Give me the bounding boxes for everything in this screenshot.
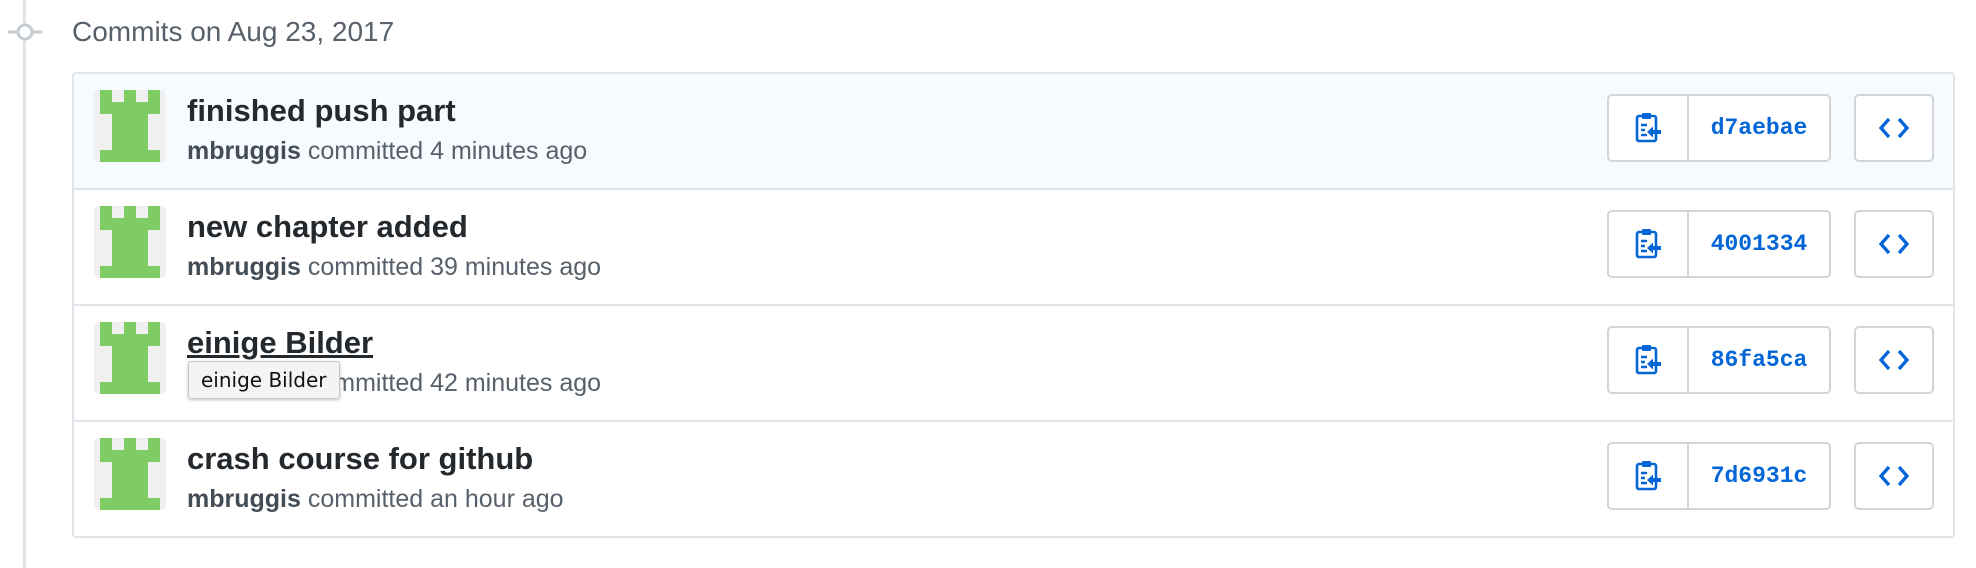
commit-sha-link[interactable]: d7aebae: [1689, 96, 1829, 160]
sha-button-group: 4001334: [1607, 210, 1831, 278]
commit-sha-link[interactable]: 86fa5ca: [1689, 328, 1829, 392]
clippy-icon: [1635, 113, 1661, 143]
commit-meta: mbruggis committed 4 minutes ago: [187, 135, 587, 167]
commit-title-link[interactable]: finished push part: [187, 92, 456, 130]
commit-title-link[interactable]: new chapter added: [187, 208, 468, 246]
code-icon: [1879, 465, 1909, 487]
copy-sha-button[interactable]: [1609, 96, 1689, 160]
commit-row[interactable]: einige Bilder mbruggis committed 42 minu…: [74, 306, 1953, 422]
commit-author-link[interactable]: mbruggis: [187, 253, 301, 281]
avatar[interactable]: [94, 90, 166, 162]
code-icon: [1879, 233, 1909, 255]
sha-button-group: d7aebae: [1607, 94, 1831, 162]
commit-time: committed 42 minutes ago: [300, 369, 602, 397]
copy-sha-button[interactable]: [1609, 328, 1689, 392]
copy-sha-button[interactable]: [1609, 444, 1689, 508]
code-icon: [1879, 117, 1909, 139]
clippy-icon: [1635, 345, 1661, 375]
avatar[interactable]: [94, 322, 166, 394]
avatar[interactable]: [94, 206, 166, 278]
commit-row[interactable]: new chapter added mbruggis committed 39 …: [74, 190, 1953, 306]
copy-sha-button[interactable]: [1609, 212, 1689, 276]
sha-button-group: 86fa5ca: [1607, 326, 1831, 394]
commit-row[interactable]: crash course for github mbruggis committ…: [74, 422, 1953, 536]
title-tooltip: einige Bilder: [188, 361, 340, 399]
timeline-line: [23, 0, 26, 568]
commit-node-icon: [8, 19, 42, 45]
commit-time: committed 4 minutes ago: [300, 137, 588, 165]
code-icon: [1879, 349, 1909, 371]
commit-group-title: Commits on Aug 23, 2017: [72, 16, 395, 47]
commit-author-link[interactable]: mbruggis: [187, 137, 301, 165]
commit-sha-link[interactable]: 4001334: [1689, 212, 1829, 276]
browse-repository-button[interactable]: [1854, 94, 1934, 162]
clippy-icon: [1635, 229, 1661, 259]
commit-sha-link[interactable]: 7d6931c: [1689, 444, 1829, 508]
commit-title-link[interactable]: crash course for github: [187, 440, 533, 478]
browse-repository-button[interactable]: [1854, 210, 1934, 278]
commit-meta: mbruggis committed 39 minutes ago: [187, 251, 601, 283]
commit-row[interactable]: finished push part mbruggis committed 4 …: [74, 74, 1953, 190]
avatar[interactable]: [94, 438, 166, 510]
commit-time: committed an hour ago: [300, 485, 564, 513]
commit-author-link[interactable]: mbruggis: [187, 485, 301, 513]
browse-repository-button[interactable]: [1854, 442, 1934, 510]
clippy-icon: [1635, 461, 1661, 491]
commit-title-link[interactable]: einige Bilder: [187, 324, 373, 362]
commit-meta: mbruggis committed an hour ago: [187, 483, 564, 515]
commit-time: committed 39 minutes ago: [300, 253, 602, 281]
browse-repository-button[interactable]: [1854, 326, 1934, 394]
sha-button-group: 7d6931c: [1607, 442, 1831, 510]
commit-list: finished push part mbruggis committed 4 …: [72, 72, 1955, 538]
